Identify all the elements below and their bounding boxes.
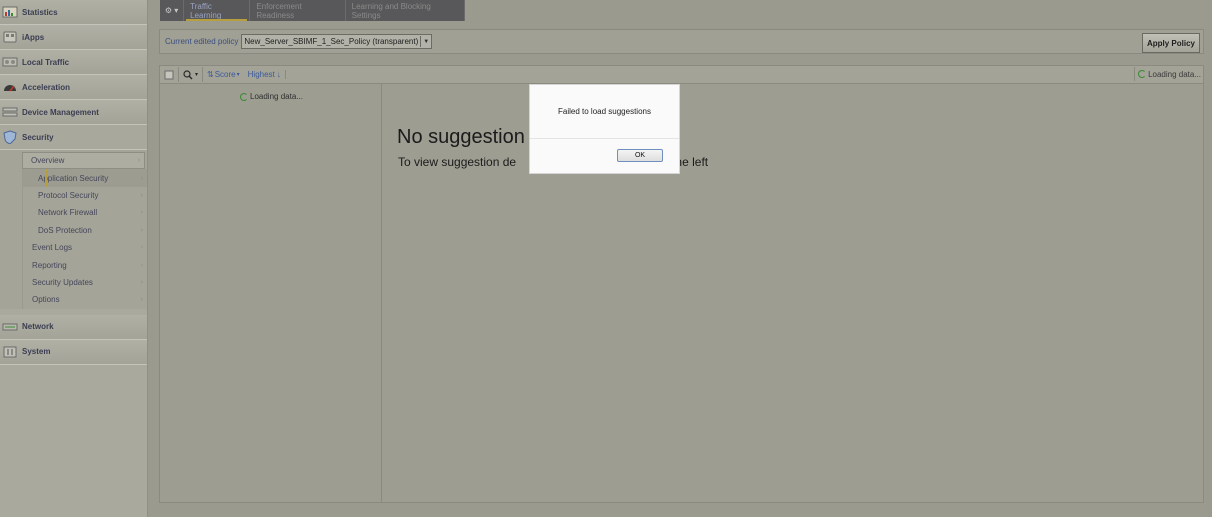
nav-label: Network	[22, 322, 54, 332]
security-submenu: Overview › Application Security › Protoc…	[0, 150, 147, 309]
apps-icon	[2, 30, 18, 44]
sort-by-score[interactable]: ⇅ Score ▾	[203, 70, 244, 79]
submenu-security-updates[interactable]: Security Updates ›	[23, 274, 147, 291]
suggestions-panel: ▾ ⇅ Score ▾ Highest ↓ Loading data... Lo…	[159, 65, 1204, 503]
gauge-icon	[2, 80, 18, 94]
nav-statistics[interactable]: Statistics	[0, 0, 147, 25]
nav-label: System	[22, 347, 51, 357]
nav-label: Device Management	[22, 107, 99, 117]
order-label: Highest	[247, 70, 275, 79]
search-filter-button[interactable]: ▾	[179, 67, 204, 82]
nav-label: Statistics	[22, 7, 58, 17]
tab-learning-blocking-settings[interactable]: Learning and Blocking Settings	[346, 0, 466, 21]
nav-acceleration[interactable]: Acceleration	[0, 75, 147, 100]
arrow-down-icon: ↓	[276, 70, 281, 79]
security-children: Application Security › Protocol Security…	[22, 169, 147, 309]
nav-label: iApps	[22, 32, 45, 42]
nav-device-management[interactable]: Device Management	[0, 100, 147, 125]
chevron-right-icon: ›	[140, 278, 143, 286]
no-suggestion-heading: No suggestion s	[397, 126, 541, 148]
policy-select[interactable]: New_Server_SBIMF_1_Sec_Policy (transpare…	[241, 34, 433, 49]
chevron-right-icon: ›	[140, 244, 143, 252]
device-icon	[2, 105, 18, 119]
network-globe-icon	[2, 55, 18, 69]
sort-label: Score	[214, 70, 236, 79]
toolbar-loading: Loading data...	[1134, 67, 1201, 81]
nav-label: Acceleration	[22, 82, 71, 92]
submenu-event-logs[interactable]: Event Logs ›	[23, 239, 147, 256]
submenu-dos-protection[interactable]: DoS Protection ›	[23, 222, 147, 239]
system-icon	[2, 345, 18, 359]
sort-order[interactable]: Highest ↓	[244, 70, 286, 79]
tab-traffic-learning[interactable]: Traffic Learning	[184, 0, 251, 21]
spinner-icon	[240, 92, 248, 101]
error-message: Failed to load suggestions	[558, 107, 651, 116]
chevron-right-icon: ›	[140, 261, 143, 269]
submenu-label: Protocol Security	[38, 190, 99, 200]
sidebar: Statistics iApps Local Traffic Accelerat…	[0, 0, 148, 517]
submenu-options[interactable]: Options ›	[23, 291, 147, 308]
loading-text: Loading data...	[250, 92, 303, 101]
policy-label: Current edited policy	[165, 37, 239, 46]
nav-label: Security	[22, 132, 54, 142]
chevron-down-icon: ▼	[420, 36, 431, 47]
submenu-label: Network Firewall	[38, 208, 98, 218]
submenu-network-firewall[interactable]: Network Firewall ›	[23, 204, 147, 221]
caret-down-icon: ▾	[195, 72, 199, 78]
submenu-label: Reporting	[32, 260, 67, 270]
network-icon	[2, 320, 18, 334]
subtext-start: To view suggestion de	[398, 155, 517, 169]
dialog-divider	[530, 138, 679, 139]
nav-label: Local Traffic	[22, 57, 70, 67]
nav-network[interactable]: Network	[0, 314, 147, 340]
policy-bar: Current edited policy New_Server_SBIMF_1…	[159, 29, 1204, 54]
submenu-label: DoS Protection	[38, 225, 92, 235]
submenu-protocol-security[interactable]: Protocol Security ›	[23, 187, 147, 204]
checkbox-icon	[164, 70, 174, 79]
caret-down-icon: ▾	[236, 72, 240, 78]
loading-text: Loading data...	[1148, 69, 1201, 79]
search-icon	[183, 69, 195, 80]
chevron-right-icon: ›	[140, 226, 143, 234]
nav-iapps[interactable]: iApps	[0, 25, 147, 50]
apply-policy-button[interactable]: Apply Policy	[1141, 33, 1200, 53]
top-tab-bar: ⚙ ▾ Traffic Learning Enforcement Readine…	[160, 0, 466, 21]
submenu-overview[interactable]: Overview ›	[22, 152, 145, 170]
sort-icon: ⇅	[207, 70, 214, 79]
ok-button[interactable]: OK	[617, 149, 663, 162]
chevron-right-icon: ›	[140, 191, 143, 199]
list-loading: Loading data...	[240, 92, 303, 101]
tab-enforcement-readiness[interactable]: Enforcement Readiness	[250, 0, 346, 21]
submenu-label: Application Security	[38, 173, 109, 183]
policy-select-value: New_Server_SBIMF_1_Sec_Policy (transpare…	[244, 37, 419, 46]
submenu-label: Security Updates	[32, 277, 93, 287]
nav-system[interactable]: System	[0, 339, 147, 365]
suggestion-detail-pane: No suggestion s To view suggestion deist…	[382, 84, 1203, 502]
gear-menu-icon[interactable]: ⚙ ▾	[160, 0, 185, 21]
suggestion-list-pane: Loading data...	[160, 84, 382, 502]
chevron-right-icon: ›	[140, 209, 143, 217]
chevron-right-icon: ›	[140, 174, 143, 182]
submenu-label: Overview	[31, 156, 65, 166]
chevron-right-icon: ›	[137, 157, 140, 165]
submenu-application-security[interactable]: Application Security ›	[23, 169, 147, 188]
nav-local-traffic[interactable]: Local Traffic	[0, 50, 147, 75]
chart-icon	[2, 5, 18, 19]
shield-icon	[2, 130, 18, 144]
nav-security[interactable]: Security	[0, 125, 147, 150]
submenu-reporting[interactable]: Reporting ›	[23, 256, 147, 273]
spinner-icon	[1138, 70, 1147, 78]
chevron-right-icon: ›	[140, 296, 143, 304]
suggestions-toolbar: ▾ ⇅ Score ▾ Highest ↓ Loading data...	[160, 66, 1203, 84]
submenu-label: Event Logs	[32, 243, 73, 253]
submenu-label: Options	[32, 295, 60, 305]
error-dialog: Failed to load suggestions OK	[529, 84, 680, 174]
select-all-checkbox[interactable]	[160, 67, 179, 82]
